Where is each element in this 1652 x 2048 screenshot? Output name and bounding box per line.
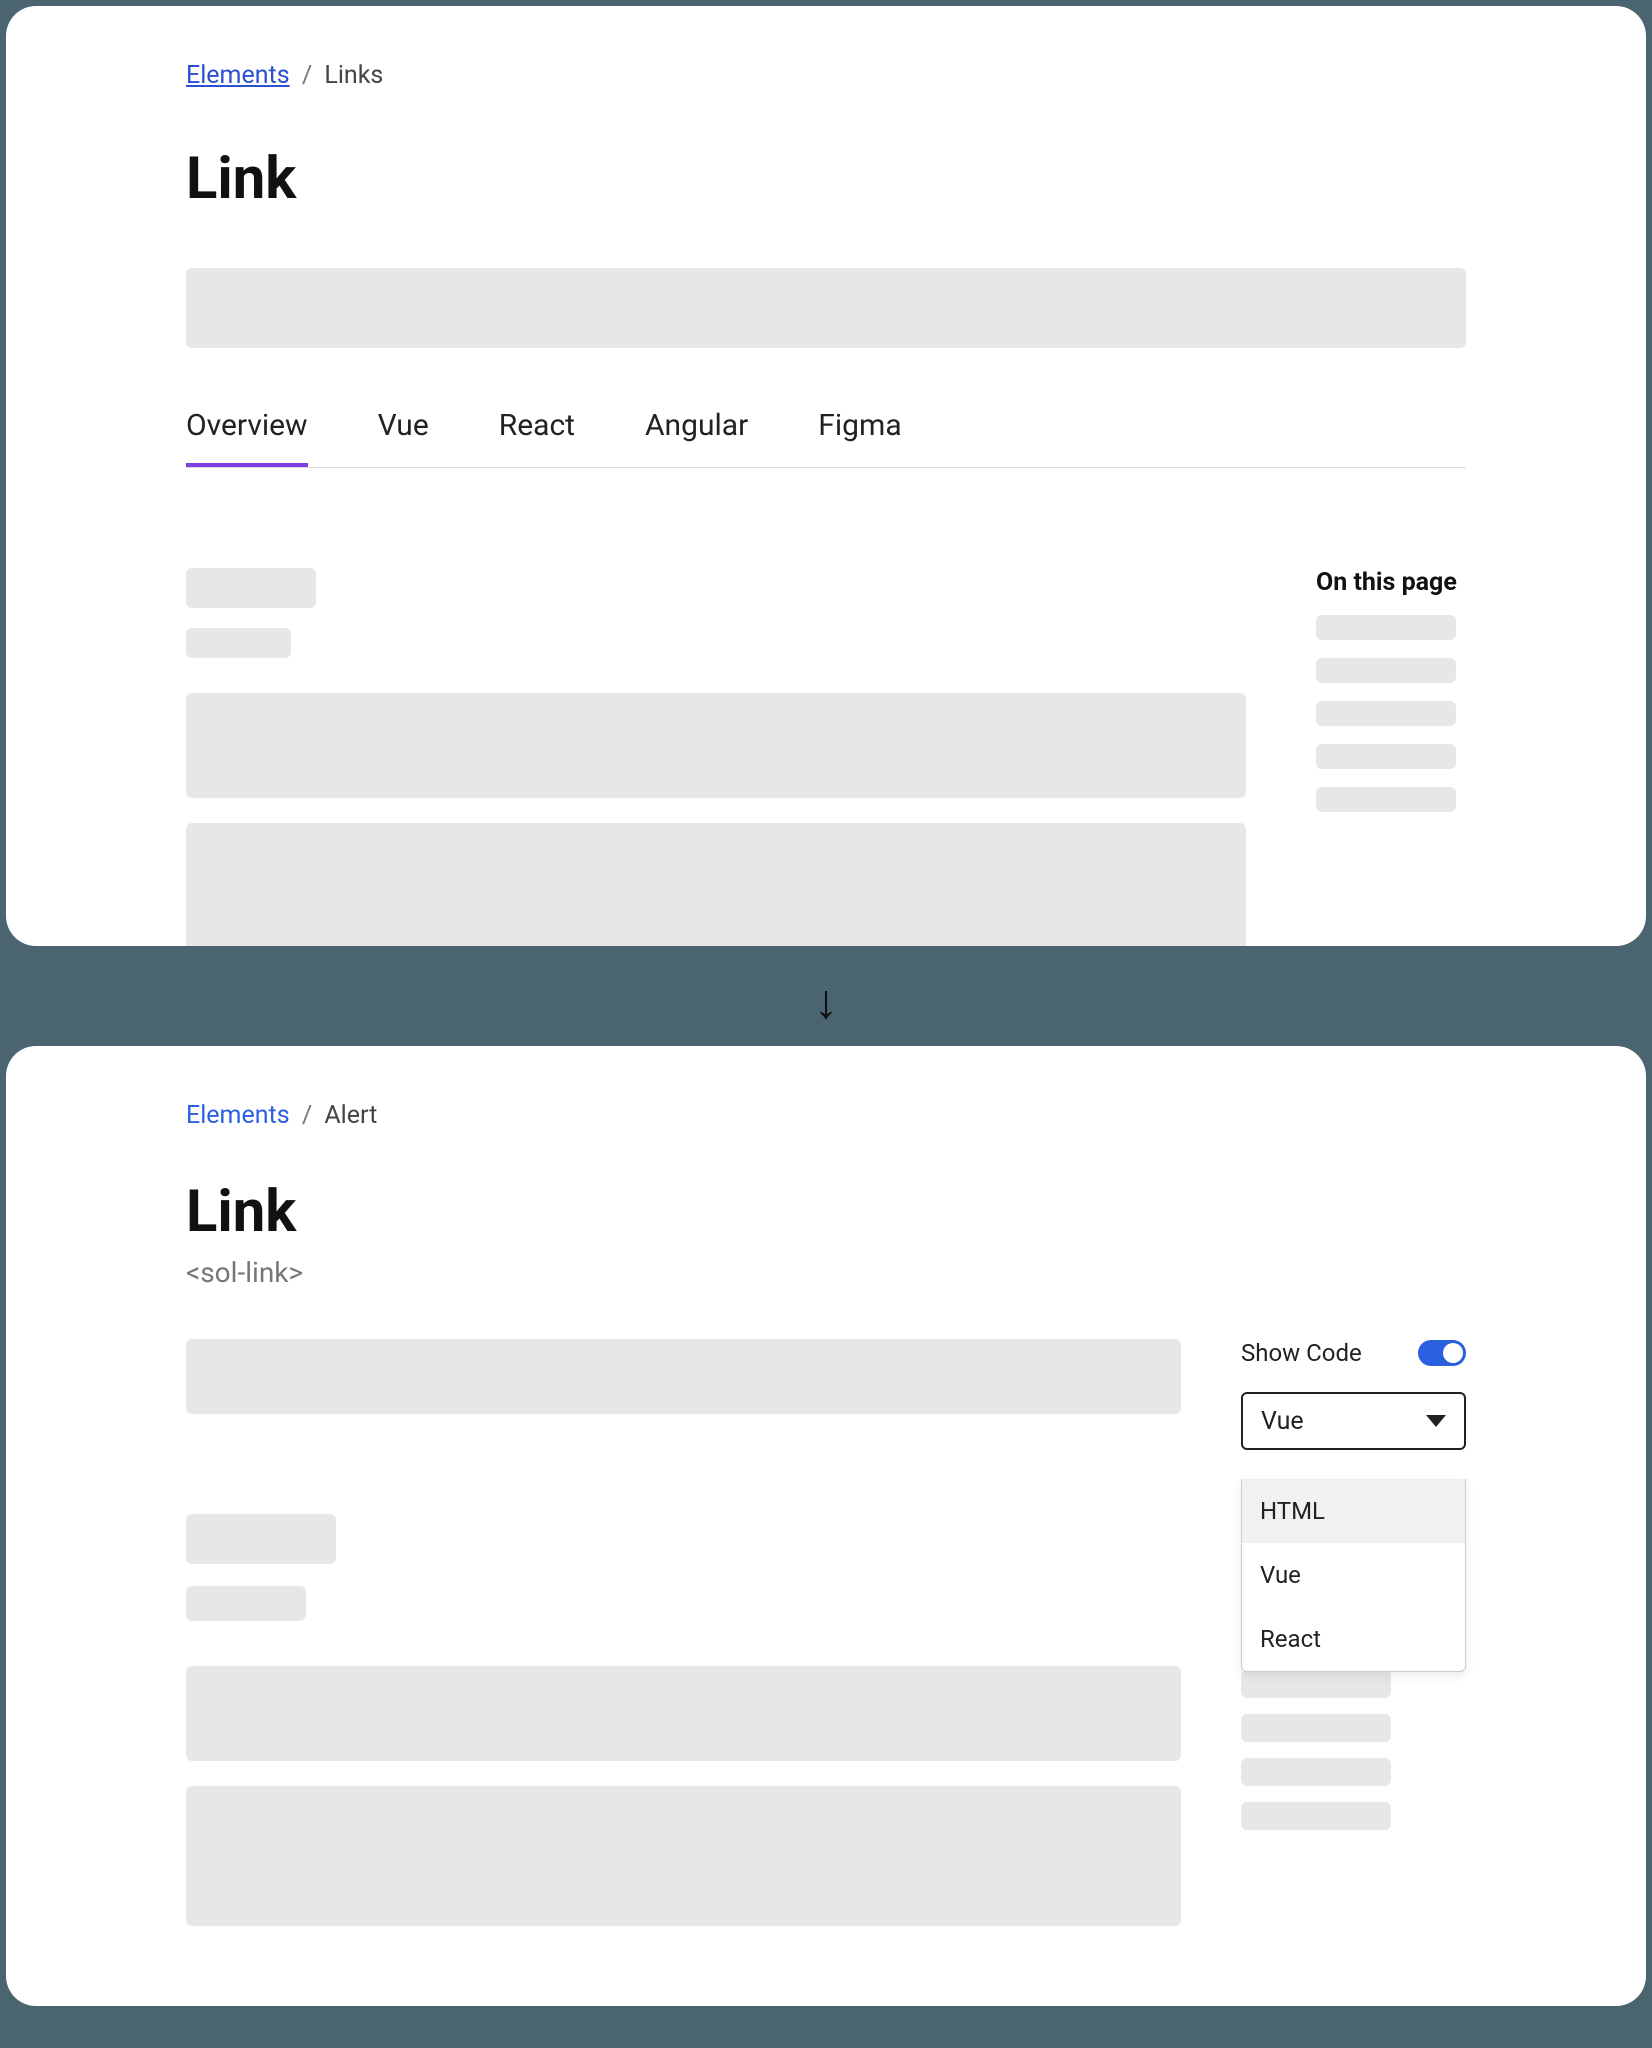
content-placeholder — [186, 628, 291, 658]
panel-after: Elements / Alert Link <sol-link> Show Co… — [6, 1046, 1646, 2006]
sidebar-controls: Show Code Vue HTML Vue React — [1241, 1339, 1466, 1926]
toc-item-placeholder — [1316, 658, 1456, 683]
toc-item-placeholder — [1241, 1670, 1391, 1698]
toc-item-placeholder — [1241, 1758, 1391, 1786]
tab-react[interactable]: React — [499, 408, 575, 467]
caret-down-icon — [1426, 1415, 1446, 1427]
tab-angular[interactable]: Angular — [645, 408, 748, 467]
breadcrumb-parent-link[interactable]: Elements — [186, 1101, 290, 1130]
toc-item-placeholder — [1241, 1714, 1391, 1742]
main-content — [186, 568, 1246, 946]
transition-arrow: ↓ — [6, 966, 1646, 1036]
show-code-row: Show Code — [1241, 1339, 1466, 1367]
page-title: Link — [186, 145, 1466, 213]
on-this-page-nav: On this page — [1316, 568, 1466, 946]
content-placeholder — [186, 1786, 1181, 1926]
content-placeholder — [186, 823, 1246, 946]
breadcrumb-separator: / — [302, 61, 312, 90]
hero-placeholder — [186, 268, 1466, 348]
tab-vue[interactable]: Vue — [378, 408, 429, 467]
tab-figma[interactable]: Figma — [818, 408, 901, 467]
framework-select-menu: HTML Vue React — [1241, 1479, 1466, 1672]
framework-option-vue[interactable]: Vue — [1242, 1543, 1465, 1607]
breadcrumb-current: Links — [324, 61, 383, 90]
on-this-page-title: On this page — [1316, 568, 1466, 597]
framework-select-value: Vue — [1261, 1407, 1304, 1436]
content-placeholder — [186, 568, 316, 608]
tab-overview[interactable]: Overview — [186, 408, 308, 467]
framework-option-react[interactable]: React — [1242, 1607, 1465, 1671]
breadcrumb: Elements / Alert — [186, 1101, 1466, 1130]
main-content — [186, 1339, 1181, 1926]
tabs: Overview Vue React Angular Figma — [186, 408, 1466, 468]
hero-placeholder — [186, 1339, 1181, 1414]
breadcrumb-current: Alert — [324, 1101, 377, 1130]
breadcrumb-separator: / — [302, 1101, 312, 1130]
content-placeholder — [186, 1586, 306, 1621]
toc-item-placeholder — [1316, 744, 1456, 769]
panel-before: Elements / Links Link Overview Vue React… — [6, 6, 1646, 946]
breadcrumb: Elements / Links — [186, 61, 1466, 90]
toc-placeholder-list — [1241, 1670, 1466, 1830]
toc-item-placeholder — [1241, 1802, 1391, 1830]
framework-select[interactable]: Vue — [1241, 1392, 1466, 1450]
toc-item-placeholder — [1316, 787, 1456, 812]
content-placeholder — [186, 693, 1246, 798]
toc-item-placeholder — [1316, 615, 1456, 640]
show-code-toggle[interactable] — [1418, 1340, 1466, 1366]
framework-option-html[interactable]: HTML — [1242, 1479, 1465, 1543]
toggle-knob — [1443, 1343, 1463, 1363]
page-title: Link — [186, 1178, 1466, 1246]
breadcrumb-parent-link[interactable]: Elements — [186, 61, 290, 90]
content-placeholder — [186, 1514, 336, 1564]
content-placeholder — [186, 1666, 1181, 1761]
toc-item-placeholder — [1316, 701, 1456, 726]
arrow-down-icon: ↓ — [814, 973, 838, 1030]
show-code-label: Show Code — [1241, 1339, 1362, 1367]
component-tag-subtitle: <sol-link> — [186, 1256, 1466, 1289]
